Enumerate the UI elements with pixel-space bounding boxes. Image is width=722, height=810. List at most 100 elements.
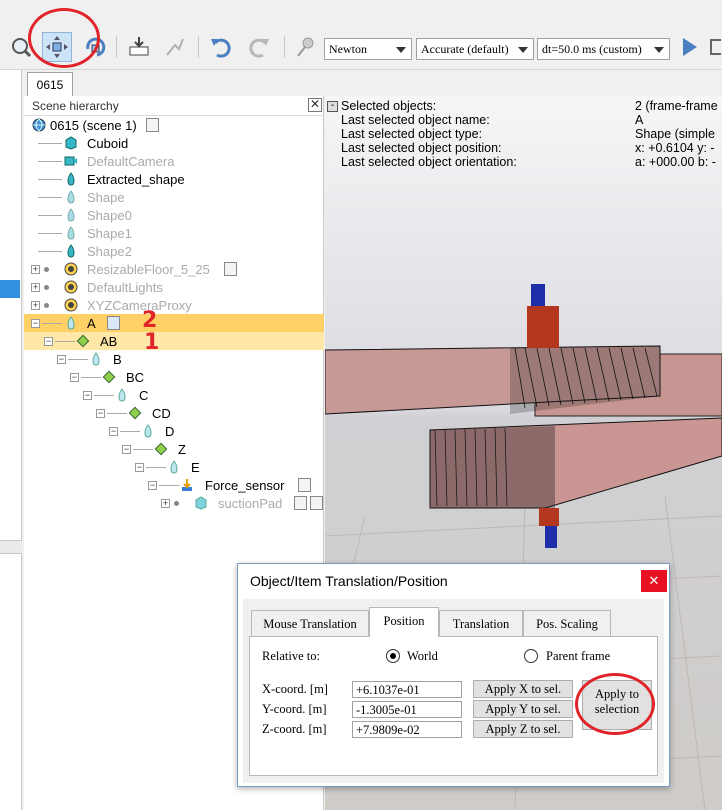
script-icon[interactable] bbox=[224, 262, 237, 276]
tab-position[interactable]: Position bbox=[369, 607, 439, 637]
expand-icon[interactable]: + bbox=[31, 265, 40, 274]
tree-item-xyzcameraproxy[interactable]: + XYZCameraProxy bbox=[24, 296, 324, 314]
collapse-icon[interactable]: − bbox=[44, 337, 53, 346]
tree-item-shape2[interactable]: Shape2 bbox=[24, 242, 324, 260]
globe-icon bbox=[32, 118, 46, 132]
tree-item-extracted-shape[interactable]: Extracted_shape bbox=[24, 170, 324, 188]
y-coord-label: Y-coord. [m] bbox=[262, 702, 327, 716]
tree-item-label: D bbox=[165, 424, 175, 439]
tree-item-shape1[interactable]: Shape1 bbox=[24, 224, 324, 242]
expand-icon[interactable]: + bbox=[161, 499, 170, 508]
collapse-icon[interactable]: − bbox=[70, 373, 79, 382]
shape-icon bbox=[67, 172, 75, 186]
tree-item-d[interactable]: − D bbox=[24, 422, 324, 440]
tab-mouse-translation[interactable]: Mouse Translation bbox=[251, 610, 369, 636]
tree-item-e[interactable]: − E bbox=[24, 458, 324, 476]
tree-item-cuboid[interactable]: Cuboid bbox=[24, 134, 324, 152]
tab-label: Translation bbox=[452, 617, 510, 631]
parent-frame-radio[interactable] bbox=[524, 649, 538, 663]
object-rotate-button[interactable] bbox=[80, 32, 110, 62]
tree-item-b[interactable]: − B bbox=[24, 350, 324, 368]
tree-item-c[interactable]: − C bbox=[24, 386, 324, 404]
z-coord-input[interactable]: +7.9809e-02 bbox=[352, 721, 462, 738]
shape-icon bbox=[67, 208, 75, 222]
customization-script-icon[interactable] bbox=[310, 496, 323, 510]
pause-simulation-button[interactable] bbox=[708, 32, 722, 62]
tree-item-defaultcamera[interactable]: DefaultCamera bbox=[24, 152, 324, 170]
tree-item-bc[interactable]: − BC bbox=[24, 368, 324, 386]
collapse-icon[interactable]: − bbox=[109, 427, 118, 436]
force-sensor-icon bbox=[182, 479, 192, 491]
stop-icon bbox=[710, 39, 721, 55]
tree-item-shape[interactable]: Shape bbox=[24, 188, 324, 206]
timestep-value: dt=50.0 ms (custom) bbox=[542, 42, 642, 56]
info-label: Last selected object name: bbox=[341, 113, 490, 127]
tree-item-defaultlights[interactable]: + DefaultLights bbox=[24, 278, 324, 296]
script-icon[interactable] bbox=[146, 118, 159, 132]
apply-to-selection-button[interactable]: Apply to selection bbox=[582, 680, 652, 730]
apply-z-button[interactable]: Apply Z to sel. bbox=[473, 720, 573, 738]
assemble-button[interactable] bbox=[124, 32, 154, 62]
x-coord-input[interactable]: +6.1037e-01 bbox=[352, 681, 462, 698]
close-icon[interactable]: ✕ bbox=[308, 98, 322, 112]
dynamics-toggle-button[interactable] bbox=[290, 32, 320, 62]
tree-item-ab[interactable]: − AB 1 bbox=[24, 330, 324, 355]
tree-item-label: C bbox=[139, 388, 149, 403]
collapse-info-icon[interactable]: - bbox=[327, 101, 338, 112]
expand-icon[interactable]: + bbox=[31, 283, 40, 292]
accuracy-select[interactable]: Accurate (default) bbox=[416, 38, 534, 60]
close-icon[interactable]: ✕ bbox=[641, 570, 667, 592]
panel-splitter[interactable] bbox=[0, 540, 22, 554]
apply-y-button[interactable]: Apply Y to sel. bbox=[473, 700, 573, 718]
tree-item-label: BC bbox=[126, 370, 145, 385]
tree-item-label: Shape2 bbox=[87, 244, 132, 259]
y-coord-input[interactable]: -1.3005e-01 bbox=[352, 701, 462, 718]
physics-engine-value: Newton bbox=[329, 42, 367, 56]
timestep-select[interactable]: dt=50.0 ms (custom) bbox=[537, 38, 670, 60]
z-coord-label: Z-coord. [m] bbox=[262, 722, 327, 736]
tree-item-z[interactable]: − Z bbox=[24, 440, 324, 458]
camera-pan-button[interactable] bbox=[6, 32, 36, 62]
tree-item-label: DefaultLights bbox=[87, 280, 163, 295]
start-simulation-button[interactable] bbox=[674, 32, 704, 62]
tree-item-force-sensor[interactable]: − Force_sensor bbox=[24, 476, 324, 494]
script-icon[interactable] bbox=[107, 316, 120, 330]
world-radio[interactable] bbox=[386, 649, 400, 663]
expand-icon[interactable]: + bbox=[31, 301, 40, 310]
collapse-icon[interactable]: − bbox=[57, 355, 66, 364]
tree-item-a[interactable]: − A 2 bbox=[24, 308, 324, 333]
tab-label: Mouse Translation bbox=[263, 617, 357, 631]
script-icon[interactable] bbox=[298, 478, 311, 492]
left-side-panel bbox=[0, 70, 22, 810]
physics-engine-select[interactable]: Newton bbox=[324, 38, 412, 60]
tree-item-label: A bbox=[87, 316, 96, 331]
tree-item-shape0[interactable]: Shape0 bbox=[24, 206, 324, 224]
tree-item-label: CD bbox=[152, 406, 171, 421]
collapse-icon[interactable]: − bbox=[148, 481, 157, 490]
tree-item-suctionpad[interactable]: + suctionPad bbox=[24, 494, 324, 512]
tree-item-label: XYZCameraProxy bbox=[87, 298, 192, 313]
parent-frame-radio-label: Parent frame bbox=[546, 649, 611, 663]
transfer-icon bbox=[166, 38, 184, 56]
script-icon[interactable] bbox=[294, 496, 307, 510]
tree-item-cd[interactable]: − CD bbox=[24, 404, 324, 422]
apply-x-button[interactable]: Apply X to sel. bbox=[473, 680, 573, 698]
collapse-icon[interactable]: − bbox=[135, 463, 144, 472]
tab-translation[interactable]: Translation bbox=[439, 610, 523, 636]
transfer-dna-button[interactable] bbox=[160, 32, 190, 62]
tab-label: Pos. Scaling bbox=[536, 617, 598, 631]
object-shift-button[interactable] bbox=[42, 32, 72, 62]
redo-button[interactable] bbox=[244, 32, 274, 62]
collapse-icon[interactable]: − bbox=[96, 409, 105, 418]
tree-item-resizablefloor[interactable]: + ResizableFloor_5_25 bbox=[24, 260, 324, 278]
collapse-icon[interactable]: − bbox=[122, 445, 131, 454]
tab-pos-scaling[interactable]: Pos. Scaling bbox=[523, 610, 611, 636]
position-tab-panel: Relative to: World Parent frame X-coord.… bbox=[249, 636, 658, 776]
undo-button[interactable] bbox=[206, 32, 236, 62]
tab-scene[interactable]: 0615 bbox=[27, 72, 73, 96]
collapse-icon[interactable]: − bbox=[83, 391, 92, 400]
rotate-object-icon bbox=[86, 37, 106, 57]
tab-scene-label: 0615 bbox=[36, 78, 64, 92]
collapse-icon[interactable]: − bbox=[31, 319, 40, 328]
tree-item-scene[interactable]: 0615 (scene 1) bbox=[24, 116, 324, 134]
